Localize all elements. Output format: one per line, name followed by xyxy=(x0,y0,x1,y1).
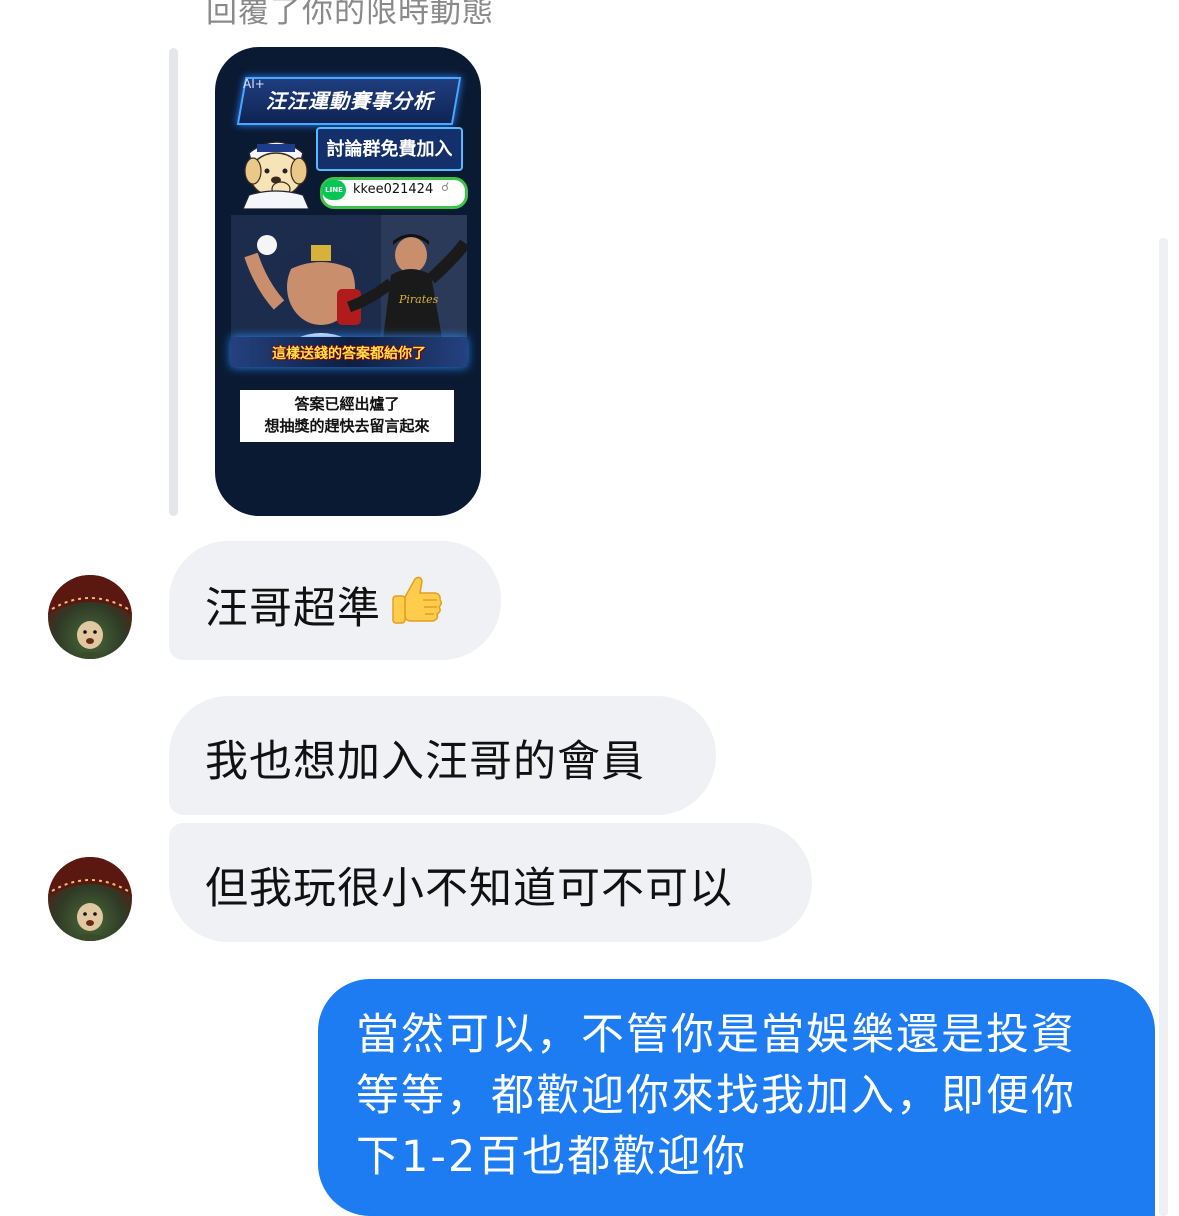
story-answer-line1: 答案已經出爐了 xyxy=(294,395,400,413)
message-text-line3: 下1-2百也都歡迎你 xyxy=(356,1132,748,1182)
incoming-message[interactable]: 我也想加入汪哥的會員 xyxy=(169,696,716,815)
message-text: 汪哥超準 xyxy=(205,584,381,634)
story-reply-card[interactable]: AI+ 汪汪運動賽事分析 討論群免費加入 LINE kkee021424 ☌ P… xyxy=(215,47,481,516)
incoming-message[interactable]: 但我玩很小不知道可不可以 xyxy=(169,823,812,942)
story-answer-line2: 想抽獎的趕快去留言起來 xyxy=(264,417,430,435)
reply-note: 回覆了你的限時動態 xyxy=(206,0,494,30)
search-icon: ☌ xyxy=(441,180,450,194)
dog-mascot-icon xyxy=(235,127,317,210)
message-text-line1: 當然可以，不管你是當娛樂還是投資 xyxy=(356,1010,1076,1060)
message-text: 我也想加入汪哥的會員 xyxy=(205,737,645,787)
story-title: 汪汪運動賽事分析 xyxy=(266,89,434,113)
quote-bar xyxy=(169,48,178,516)
avatar[interactable] xyxy=(48,857,132,941)
scrollbar[interactable] xyxy=(1159,238,1168,1216)
incoming-message[interactable]: 汪哥超準 xyxy=(169,541,501,660)
line-logo-icon: LINE xyxy=(322,180,346,200)
baseball-players-photo: Pirates xyxy=(231,215,467,355)
avatar[interactable] xyxy=(48,575,132,659)
line-id: kkee021424 xyxy=(353,182,434,197)
message-text-line2: 等等，都歡迎你來找我加入，即便你 xyxy=(356,1071,1076,1121)
svg-text:Pirates: Pirates xyxy=(398,293,439,306)
thumbs-up-icon xyxy=(387,571,445,640)
outgoing-message[interactable]: 當然可以，不管你是當娛樂還是投資 等等，都歡迎你來找我加入，即便你 下1-2百也… xyxy=(318,979,1155,1216)
story-caption: 這樣送錢的答案都給你了 xyxy=(272,346,426,362)
story-join-text: 討論群免費加入 xyxy=(326,139,453,160)
message-text: 但我玩很小不知道可不可以 xyxy=(205,864,733,914)
